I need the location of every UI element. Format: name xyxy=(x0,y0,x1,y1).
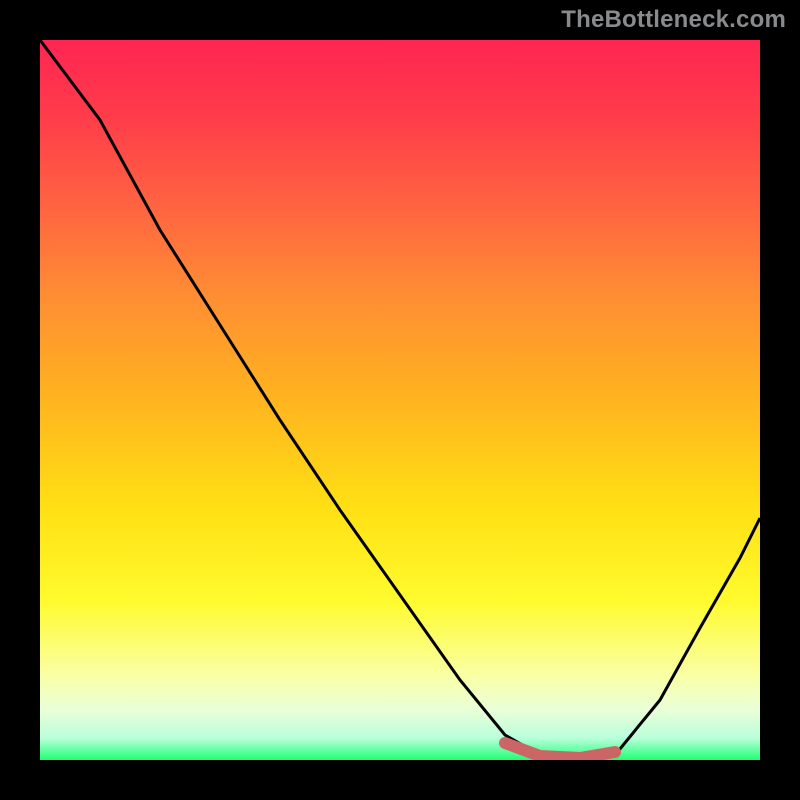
bottleneck-curve xyxy=(40,40,760,758)
curve-layer xyxy=(40,40,760,760)
plot-area xyxy=(40,40,760,760)
watermark-text: TheBottleneck.com xyxy=(561,6,786,34)
flat-region-highlight xyxy=(505,743,615,758)
chart-frame: TheBottleneck.com xyxy=(0,0,800,800)
